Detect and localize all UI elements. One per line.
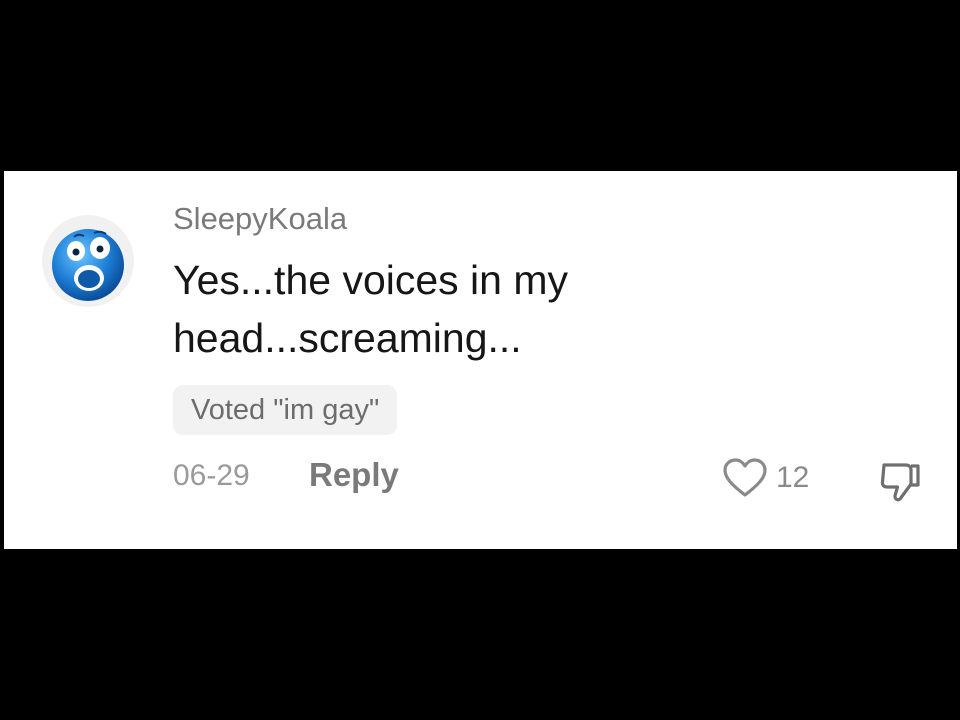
comment-card: SleepyKoala Yes...the voices in my head.… [4,171,957,549]
comment-date: 06-29 [173,459,250,492]
screaming-blue-face-icon [52,229,124,301]
like-button[interactable]: 12 [722,456,809,500]
avatar[interactable] [42,215,134,307]
like-count: 12 [776,461,810,494]
dislike-button[interactable] [876,457,924,505]
reply-button[interactable]: Reply [309,456,399,494]
heart-outline-icon [723,458,767,497]
vote-badge: Voted "im gay" [173,385,398,435]
comment-text: Yes...the voices in my head...screaming.… [173,257,569,361]
username[interactable]: SleepyKoala [173,201,347,237]
thumbs-down-icon [880,463,920,502]
